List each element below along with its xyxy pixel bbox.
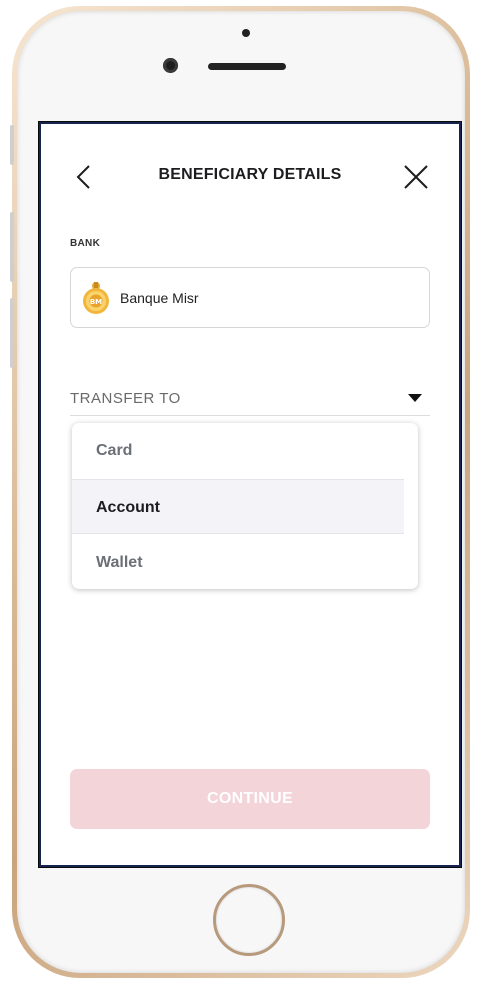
close-button[interactable] — [399, 160, 433, 194]
home-button[interactable] — [213, 884, 285, 956]
option-account[interactable]: Account — [72, 479, 404, 534]
front-camera-icon — [163, 58, 178, 73]
app-screen: BENEFICIARY DETAILS BANK BM Banque Misr … — [39, 122, 461, 867]
side-button — [10, 125, 14, 165]
banque-misr-logo: BM — [83, 282, 109, 314]
transfer-to-label: TRANSFER TO — [70, 390, 181, 407]
bank-name: Banque Misr — [120, 290, 199, 306]
transfer-to-select[interactable]: TRANSFER TO — [70, 386, 430, 416]
side-button — [10, 298, 14, 368]
transfer-options-dropdown: Card Account Wallet — [72, 423, 418, 589]
option-wallet[interactable]: Wallet — [72, 535, 404, 589]
bank-label: BANK — [70, 238, 101, 249]
caret-down-icon — [408, 394, 422, 402]
page-title: BENEFICIARY DETAILS — [158, 166, 342, 183]
speaker-icon — [208, 63, 286, 70]
side-button — [10, 212, 14, 282]
bank-field[interactable]: BM Banque Misr — [70, 267, 430, 328]
continue-button[interactable]: CONTINUE — [70, 769, 430, 829]
close-icon — [404, 165, 428, 189]
option-card[interactable]: Card — [72, 423, 404, 478]
sensor-icon — [242, 29, 250, 37]
svg-text:BM: BM — [90, 298, 102, 306]
